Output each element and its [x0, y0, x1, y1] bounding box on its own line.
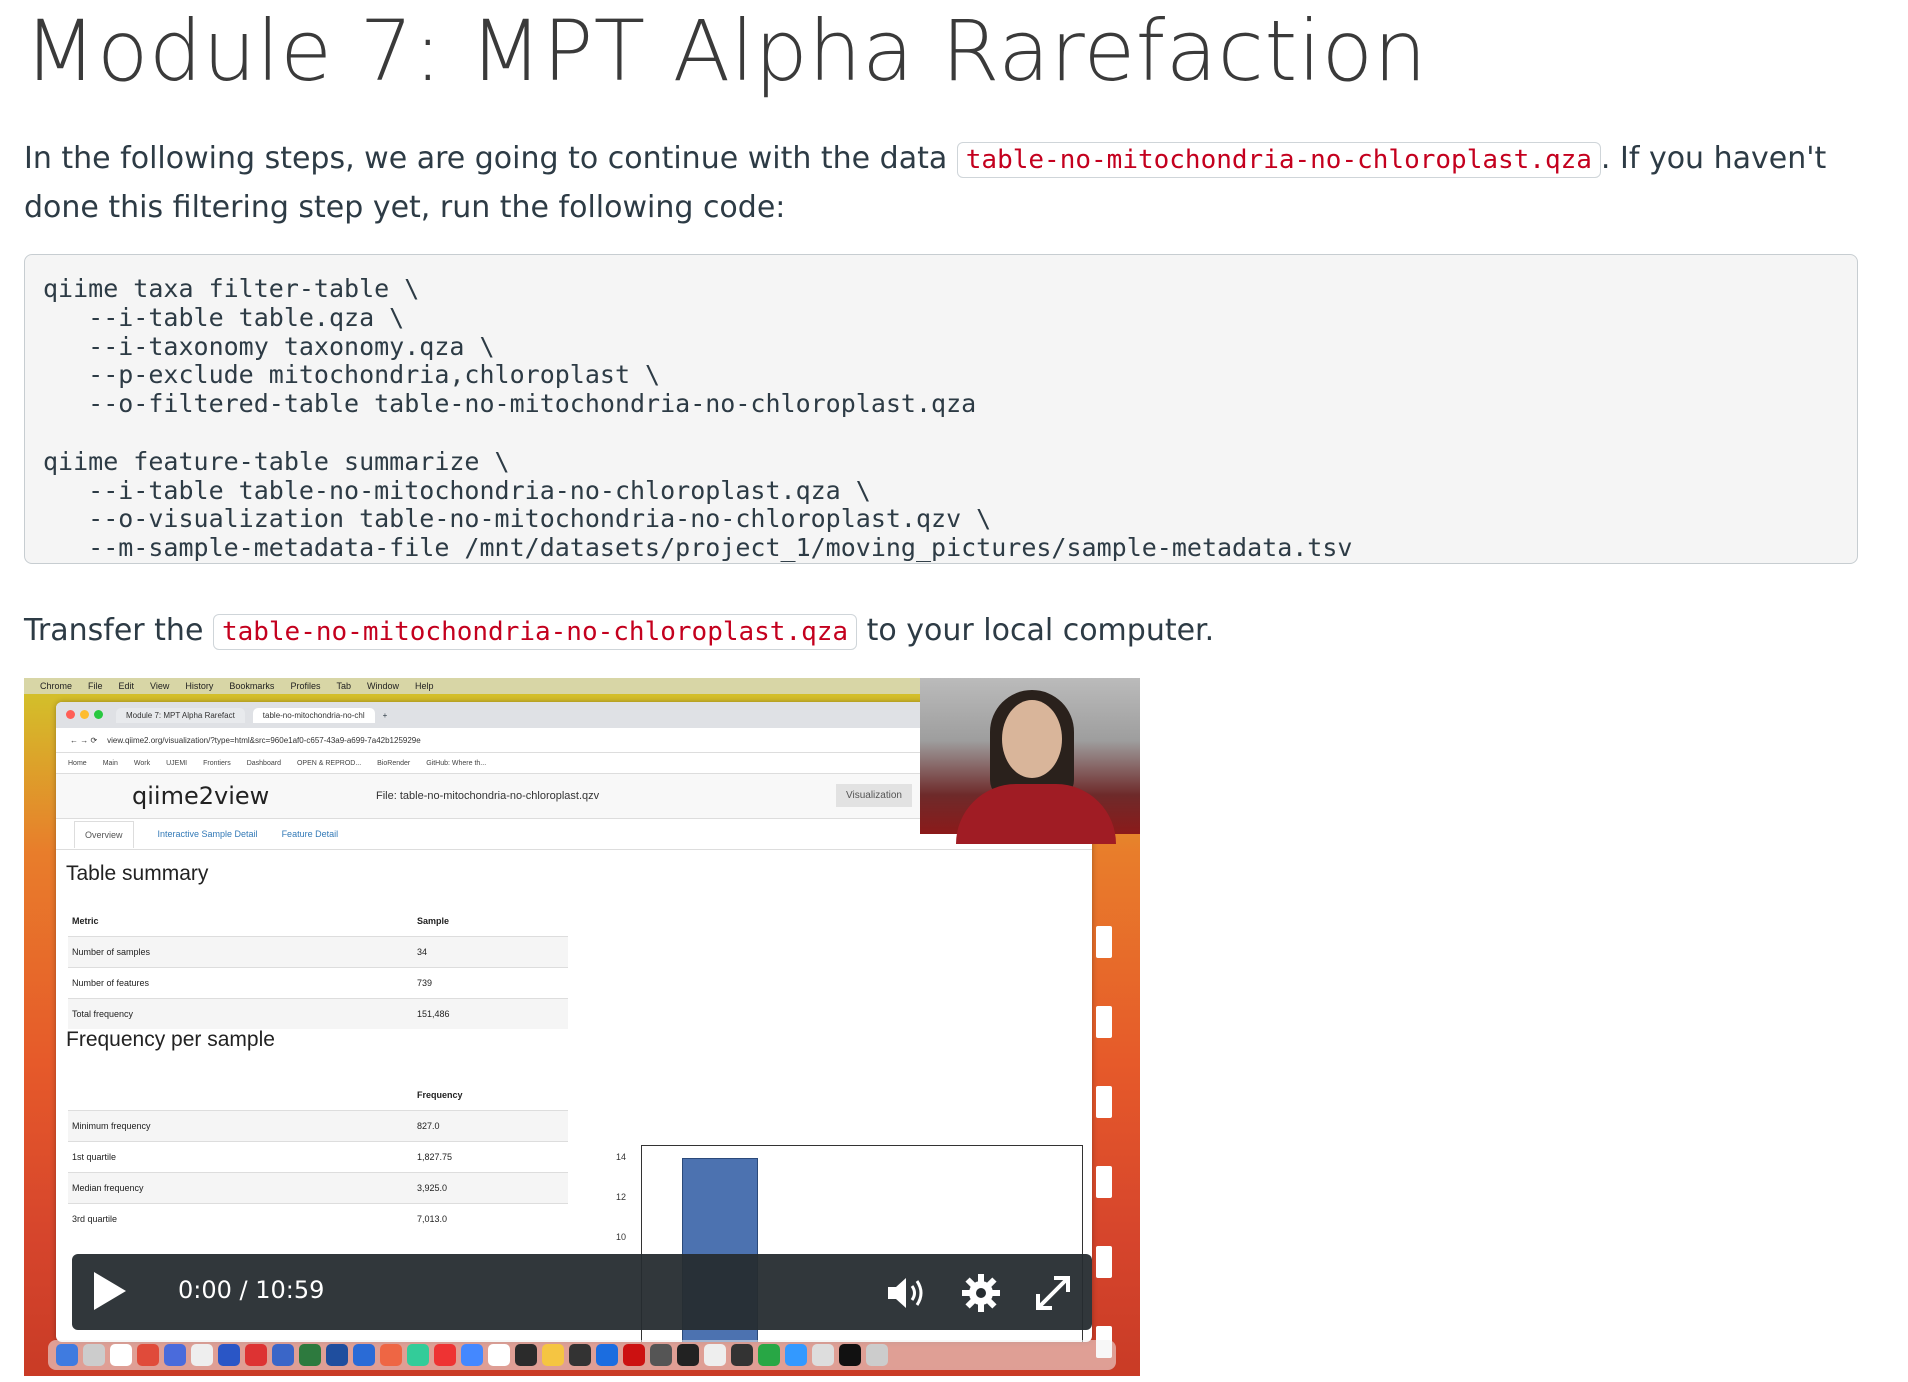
intro-paragraph: In the following steps, we are going to …	[24, 135, 1884, 232]
table-cell: Median frequency	[68, 1172, 413, 1204]
presenter-shirt	[956, 784, 1116, 844]
table-cell: 739	[413, 967, 568, 999]
inline-code-filename-2: table-no-mitochondria-no-chloroplast.qza	[212, 614, 858, 650]
table-row: Minimum frequency 827.0	[68, 1110, 568, 1142]
qiime2-visualization-tab: Visualization	[836, 784, 912, 807]
table-row: Number of samples 34	[68, 936, 568, 968]
presenter-face	[1002, 700, 1062, 778]
menubar-item: History	[185, 681, 214, 691]
y-tick-label: 12	[616, 1192, 627, 1202]
fullscreen-icon[interactable]	[1032, 1272, 1074, 1314]
table-cell: 827.0	[413, 1110, 568, 1142]
table-row: 1st quartile 1,827.75	[68, 1141, 568, 1173]
table-cell: Total frequency	[68, 998, 413, 1029]
table-summary: Metric Sample Number of samples 34 Number …	[68, 906, 568, 1029]
bookmark-item: Home	[68, 759, 87, 767]
bookmark-item: UJEMI	[166, 759, 188, 767]
new-tab-icon: +	[382, 710, 388, 720]
table-cell: 1st quartile	[68, 1141, 413, 1173]
table-header: Sample	[417, 916, 450, 926]
table-header	[68, 1080, 413, 1111]
table-cell: 3rd quartile	[68, 1203, 413, 1234]
freq-per-sample-table: Frequency Minimum frequency 827.0 1st qua…	[68, 1080, 568, 1234]
table-cell: Number of samples	[68, 936, 413, 968]
y-tick-label: 10	[616, 1232, 627, 1242]
menubar-item: Edit	[118, 681, 135, 691]
tab-interactive-sample-detail: Interactive Sample Detail	[157, 829, 258, 839]
table-cell: 3,925.0	[413, 1172, 568, 1204]
table-summary-heading: Table summary	[66, 862, 209, 885]
mac-dock	[48, 1340, 1116, 1370]
volume-icon[interactable]	[886, 1276, 928, 1310]
url-text: view.qiime2.org/visualization/?type=html…	[107, 735, 421, 745]
browser-tab: Module 7: MPT Alpha Rarefact	[116, 707, 245, 723]
table-cell: 151,486	[413, 998, 568, 1029]
bookmark-item: BioRender	[377, 759, 411, 767]
menubar-item: Help	[414, 681, 434, 691]
menubar-item: View	[150, 681, 170, 691]
play-button[interactable]	[94, 1272, 126, 1310]
video-controls: 0:00 / 10:59	[72, 1254, 1092, 1330]
page-title: Module 7: MPT Alpha Rarefaction	[24, 2, 1428, 100]
transfer-text-after: to your local computer.	[857, 613, 1215, 648]
table-row: 3rd quartile 7,013.0	[68, 1203, 568, 1234]
video-time: 0:00 / 10:59	[178, 1276, 325, 1304]
inline-code-filename: table-no-mitochondria-no-chloroplast.qza	[956, 142, 1601, 178]
table-cell: Minimum frequency	[68, 1110, 413, 1142]
bookmark-item: Work	[133, 759, 151, 767]
table-row: Number of features 739	[68, 967, 568, 999]
table-cell: 1,827.75	[413, 1141, 568, 1173]
table-header: Frequency	[417, 1090, 463, 1100]
table-row: Total frequency 151,486	[68, 998, 568, 1029]
table-cell: 34	[413, 936, 568, 968]
window-controls	[66, 709, 108, 721]
nav-arrows-icon: ← → ⟳	[70, 735, 98, 745]
transfer-paragraph: Transfer the table-no-mitochondria-no-ch…	[24, 607, 1884, 656]
qiime2-logo: qiime2view	[132, 782, 270, 810]
table-header: Metric	[72, 916, 99, 926]
table-cell: 7,013.0	[413, 1203, 568, 1234]
menubar-item: Chrome	[40, 681, 73, 691]
webcam-overlay	[920, 678, 1140, 844]
bookmark-item: GitHub: Where th...	[426, 759, 487, 767]
menubar-item: Bookmarks	[229, 681, 275, 691]
bookmark-item: OPEN & REPROD...	[296, 759, 362, 767]
transfer-text-before: Transfer the	[24, 613, 213, 648]
qiime2-file-label: File: table-no-mitochondria-no-chloropla…	[376, 790, 600, 802]
menubar-item: File	[88, 681, 103, 691]
intro-text-before: In the following steps, we are going to …	[24, 141, 957, 176]
bookmark-item: Frontiers	[203, 759, 231, 767]
table-cell: Number of features	[68, 967, 413, 999]
tab-overview: Overview	[74, 820, 134, 848]
video-player[interactable]: Chrome File Edit View History Bookmarks …	[24, 678, 1140, 1376]
bookmark-item: Dashboard	[246, 759, 281, 767]
settings-gear-icon[interactable]	[960, 1272, 1002, 1314]
browser-tab-active: table-no-mitochondria-no-chl	[252, 707, 375, 723]
table-row: Median frequency 3,925.0	[68, 1172, 568, 1204]
desktop-icons	[1090, 878, 1120, 1358]
freq-per-sample-heading: Frequency per sample	[66, 1028, 275, 1051]
code-block: qiime taxa filter-table \ --i-table tabl…	[24, 254, 1858, 564]
menubar-item: Tab	[336, 681, 351, 691]
menubar-item: Window	[366, 681, 399, 691]
menubar-item: Profiles	[290, 681, 321, 691]
y-tick-label: 14	[616, 1152, 627, 1162]
bookmark-item: Main	[102, 759, 118, 767]
tab-feature-detail: Feature Detail	[281, 829, 339, 839]
